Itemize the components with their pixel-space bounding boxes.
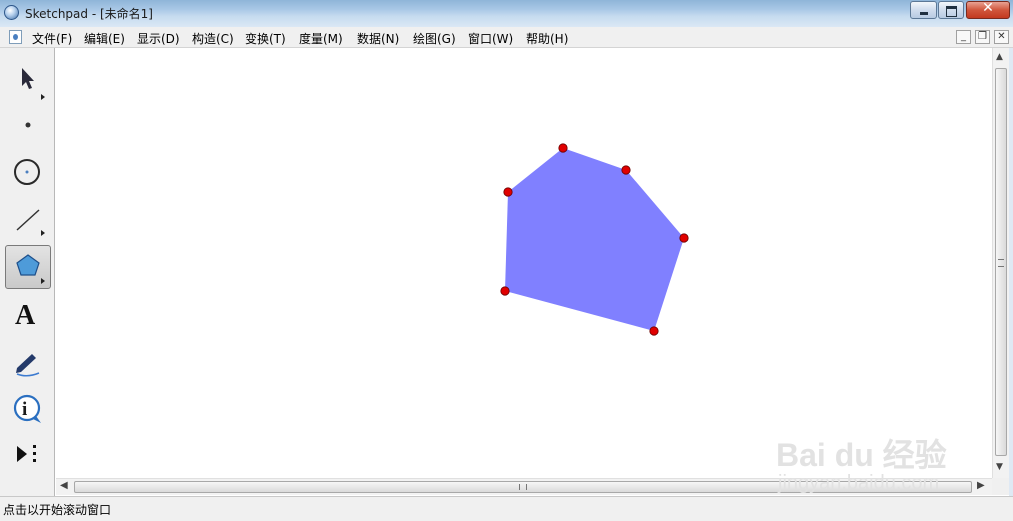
svg-text:A: A <box>15 300 36 331</box>
title-bar: Sketchpad - [未命名1] ✕ <box>0 0 1013 27</box>
baidu-jingyan-watermark: Bai du 经验 jingyan.baidu.com <box>776 430 998 500</box>
menu-graph[interactable]: 绘图(G) <box>413 30 456 47</box>
menu-window[interactable]: 窗口(W) <box>468 30 513 47</box>
selection-arrow-tool[interactable] <box>5 56 51 100</box>
polygon-vertex[interactable] <box>558 143 568 153</box>
polygon-vertex[interactable] <box>649 326 659 336</box>
window-title: Sketchpad - [未命名1] <box>25 7 153 21</box>
vertical-scroll-thumb[interactable] <box>995 68 1007 456</box>
pentagon-polygon[interactable] <box>505 148 684 331</box>
menu-display[interactable]: 显示(D) <box>137 30 180 47</box>
polygon-vertex[interactable] <box>503 187 513 197</box>
marker-tool[interactable] <box>5 340 51 384</box>
watermark-url: jingyan.baidu.com <box>778 472 940 494</box>
sketchpad-app-icon[interactable] <box>4 5 19 20</box>
text-tool[interactable]: A <box>5 293 51 337</box>
doc-close-button[interactable]: ✕ <box>994 30 1009 44</box>
sketch-drawing <box>500 143 689 336</box>
menu-construct[interactable]: 构造(C) <box>192 30 234 47</box>
scroll-left-icon[interactable]: ◀ <box>60 480 68 491</box>
text-a-icon: A <box>15 300 36 331</box>
line-segment-icon <box>16 209 45 236</box>
maximize-button[interactable] <box>938 1 964 19</box>
polygon-vertex[interactable] <box>621 165 631 175</box>
sketch-canvas[interactable] <box>56 48 992 478</box>
doc-restore-button[interactable]: ❐ <box>975 30 990 44</box>
status-bar: 点击以开始滚动窗口 <box>0 496 1013 521</box>
close-icon: ✕ <box>982 0 994 16</box>
close-button[interactable]: ✕ <box>966 0 1010 19</box>
compass-tool[interactable] <box>5 150 51 194</box>
menu-bar: 文件(F) 编辑(E) 显示(D) 构造(C) 变换(T) 度量(M) 数据(N… <box>0 27 1013 48</box>
toolbox: A i <box>0 48 55 496</box>
vertical-scrollbar[interactable]: ▲ ▼ <box>992 48 1009 478</box>
polygon-tool[interactable] <box>5 245 51 289</box>
menu-file[interactable]: 文件(F) <box>32 30 72 47</box>
custom-tool[interactable] <box>5 434 51 478</box>
svg-text:i: i <box>22 399 27 420</box>
circle-icon <box>14 159 40 185</box>
straightedge-tool[interactable] <box>5 198 51 242</box>
menu-measure[interactable]: 度量(M) <box>299 30 343 47</box>
watermark-logo: Bai du 经验 <box>776 437 947 473</box>
window-frame-edge <box>1009 48 1013 496</box>
menu-transform[interactable]: 变换(T) <box>245 30 286 47</box>
menu-help[interactable]: 帮助(H) <box>526 30 568 47</box>
information-tool[interactable]: i <box>5 387 51 431</box>
doc-minimize-button[interactable]: _ <box>956 30 971 44</box>
play-more-icon <box>17 445 36 462</box>
minimize-button[interactable] <box>910 1 937 19</box>
document-icon[interactable] <box>9 30 22 44</box>
pentagon-icon <box>16 254 45 284</box>
info-icon: i <box>13 394 41 423</box>
scroll-up-icon[interactable]: ▲ <box>996 52 1003 62</box>
arrow-cursor-icon <box>22 68 45 100</box>
marker-pen-icon <box>16 354 40 377</box>
status-text: 点击以开始滚动窗口 <box>3 503 112 517</box>
polygon-vertex[interactable] <box>500 286 510 296</box>
polygon-vertex[interactable] <box>679 233 689 243</box>
menu-number[interactable]: 数据(N) <box>357 30 399 47</box>
point-tool[interactable] <box>5 103 51 147</box>
menu-edit[interactable]: 编辑(E) <box>84 30 125 47</box>
point-icon <box>25 122 31 128</box>
